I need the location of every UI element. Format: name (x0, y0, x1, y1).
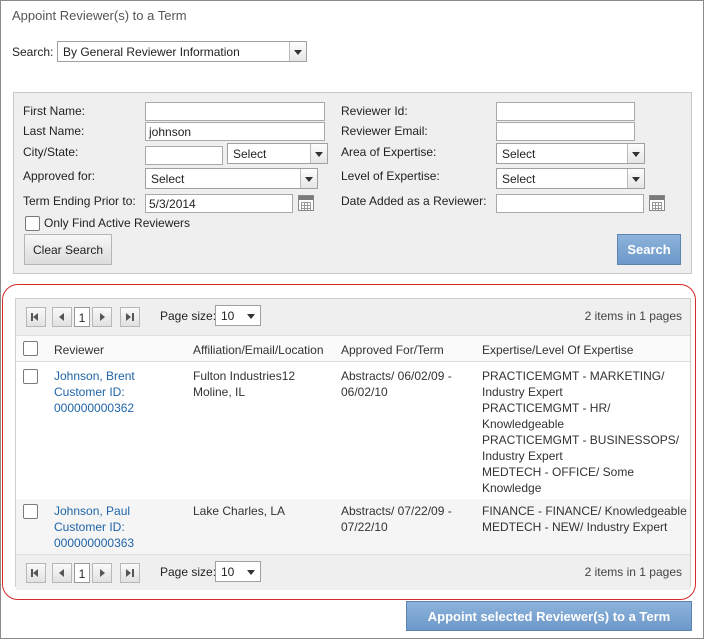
chevron-down-icon (289, 42, 306, 61)
search-mode-value: By General Reviewer Information (63, 45, 240, 59)
reviewer-results-grid: 1 Page size: 10 2 items in 1 pages Revie… (15, 298, 691, 590)
chevron-down-icon (310, 144, 327, 163)
table-header: Reviewer Affiliation/Email/Location Appr… (16, 335, 690, 362)
current-page[interactable]: 1 (74, 563, 90, 583)
column-header[interactable]: Reviewer (54, 343, 104, 357)
approved-for-select[interactable]: Select (145, 168, 318, 189)
level-of-expertise-label: Level of Expertise: (341, 169, 440, 183)
search-label: Search: (12, 45, 54, 59)
chevron-down-icon (243, 306, 260, 325)
search-button[interactable]: Search (617, 234, 681, 265)
expertise-line: PRACTICEMGMT - BUSINESSOPS/ (482, 433, 680, 447)
expertise-line: Industry Expert (482, 385, 563, 399)
prev-page-icon[interactable] (52, 563, 72, 583)
last-name-input[interactable]: johnson (145, 122, 325, 141)
reviewer-email-label: Reviewer Email: (341, 124, 428, 138)
pager-bottom: 1 Page size: 10 2 items in 1 pages (16, 554, 690, 590)
next-page-icon[interactable] (92, 307, 112, 327)
level-of-expertise-select[interactable]: Select (496, 168, 645, 189)
approved-for-value: Select (151, 172, 185, 186)
first-page-icon[interactable] (26, 307, 46, 327)
last-name-label: Last Name: (23, 124, 85, 138)
expertise-line: Knowledge (482, 481, 542, 495)
reviewer-name-link[interactable]: Johnson, Brent (54, 368, 135, 384)
column-header[interactable]: Expertise/Level Of Expertise (482, 343, 633, 357)
state-select-value: Select (233, 147, 267, 161)
expertise-line: Knowledgeable (482, 417, 565, 431)
approved-term-line: 07/22/10 (341, 520, 388, 534)
first-page-icon[interactable] (26, 563, 46, 583)
page-size-value: 10 (221, 309, 235, 323)
column-header[interactable]: Approved For/Term (341, 343, 444, 357)
table-row: Johnson, Paul Customer ID: 000000000363 … (16, 499, 690, 557)
first-name-label: First Name: (23, 104, 86, 118)
appoint-reviewers-button[interactable]: Appoint selected Reviewer(s) to a Term (406, 601, 692, 631)
affiliation-line: Moline, IL (193, 385, 246, 399)
pager-summary: 2 items in 1 pages (584, 309, 682, 323)
area-of-expertise-label: Area of Expertise: (341, 145, 437, 159)
chevron-down-icon (627, 144, 644, 163)
page-title: Appoint Reviewer(s) to a Term (12, 8, 187, 23)
customer-id-label: Customer ID: (54, 385, 125, 399)
clear-search-button[interactable]: Clear Search (24, 234, 112, 265)
expertise-line: MEDTECH - OFFICE/ Some (482, 465, 635, 479)
chevron-down-icon (300, 169, 317, 188)
current-page[interactable]: 1 (74, 307, 90, 327)
expertise-line: FINANCE - FINANCE/ Knowledgeable (482, 504, 687, 518)
affiliation-line: Lake Charles, LA (193, 504, 286, 518)
page-size-select[interactable]: 10 (215, 305, 261, 326)
customer-id-label: Customer ID: (54, 520, 125, 534)
area-of-expertise-select[interactable]: Select (496, 143, 645, 164)
customer-id-value[interactable]: 000000000362 (54, 400, 135, 416)
term-ending-label: Term Ending Prior to: (23, 194, 136, 208)
reviewer-id-input[interactable] (496, 102, 635, 121)
calendar-icon[interactable] (649, 195, 665, 211)
only-active-checkbox[interactable] (25, 216, 40, 231)
row-checkbox[interactable] (23, 504, 38, 519)
next-page-icon[interactable] (92, 563, 112, 583)
level-of-expertise-value: Select (502, 172, 536, 186)
page-size-label: Page size: (160, 309, 217, 323)
page-size-value: 10 (221, 565, 235, 579)
date-added-label: Date Added as a Reviewer: (341, 194, 487, 208)
pager-summary: 2 items in 1 pages (584, 565, 682, 579)
expertise-line: Industry Expert (482, 449, 563, 463)
affiliation-line: Fulton Industries12 (193, 369, 296, 383)
page-size-label: Page size: (160, 565, 217, 579)
city-input[interactable] (145, 146, 223, 165)
chevron-down-icon (627, 169, 644, 188)
row-checkbox[interactable] (23, 369, 38, 384)
select-all-checkbox[interactable] (23, 341, 38, 356)
prev-page-icon[interactable] (52, 307, 72, 327)
last-page-icon[interactable] (120, 307, 140, 327)
reviewer-name-link[interactable]: Johnson, Paul (54, 503, 134, 519)
date-added-input[interactable] (496, 194, 644, 213)
expertise-line: PRACTICEMGMT - MARKETING/ (482, 369, 665, 383)
state-select[interactable]: Select (227, 143, 328, 164)
reviewer-email-input[interactable] (496, 122, 635, 141)
approved-term-line: 06/02/10 (341, 385, 388, 399)
approved-term-line: Abstracts/ 07/22/09 - (341, 504, 452, 518)
city-state-label: City/State: (23, 145, 79, 159)
expertise-line: PRACTICEMGMT - HR/ (482, 401, 611, 415)
area-of-expertise-value: Select (502, 147, 536, 161)
search-mode-select[interactable]: By General Reviewer Information (57, 41, 307, 62)
last-page-icon[interactable] (120, 563, 140, 583)
column-header[interactable]: Affiliation/Email/Location (193, 343, 324, 357)
customer-id-value[interactable]: 000000000363 (54, 535, 134, 551)
pager-top: 1 Page size: 10 2 items in 1 pages (16, 299, 690, 335)
first-name-input[interactable] (145, 102, 325, 121)
reviewer-id-label: Reviewer Id: (341, 104, 408, 118)
page-size-select[interactable]: 10 (215, 561, 261, 582)
calendar-icon[interactable] (298, 195, 314, 211)
expertise-line: MEDTECH - NEW/ Industry Expert (482, 520, 668, 534)
only-active-label: Only Find Active Reviewers (44, 216, 191, 230)
chevron-down-icon (243, 562, 260, 581)
approved-term-line: Abstracts/ 06/02/09 - (341, 369, 452, 383)
approved-for-label: Approved for: (23, 169, 96, 183)
term-ending-input[interactable]: 5/3/2014 (145, 194, 293, 213)
